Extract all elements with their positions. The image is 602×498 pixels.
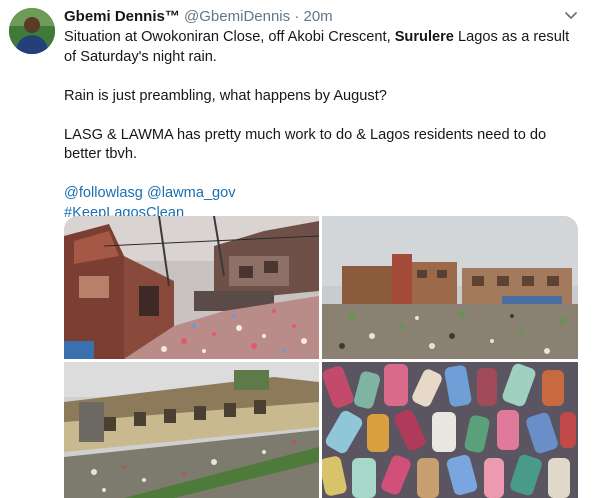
display-name[interactable]: Gbemi Dennis™ (64, 8, 180, 25)
tweet-paragraph-1: Situation at Owokoniran Close, off Akobi… (64, 28, 584, 67)
tweet-paragraph-3: LASG & LAWMA has pretty much work to do … (64, 126, 547, 163)
chevron-down-icon[interactable] (563, 10, 579, 22)
separator-dot: · (294, 8, 300, 25)
photo-4[interactable] (322, 362, 578, 498)
mentions-link[interactable]: @followlasg @lawma_gov (64, 184, 584, 204)
media-grid (64, 216, 578, 498)
user-handle[interactable]: @GbemiDennis (184, 8, 290, 25)
paragraph-1-text: Situation at Owokoniran Close, off Akobi… (64, 29, 395, 45)
tweet: Gbemi Dennis™ @GbemiDennis · 20m Situati… (0, 0, 602, 498)
photo-3[interactable] (64, 362, 319, 498)
photo-1[interactable] (64, 216, 319, 359)
tweet-text: Situation at Owokoniran Close, off Akobi… (64, 28, 584, 223)
tweet-paragraph-2: Rain is just preambling, what happens by… (64, 87, 387, 104)
location-bold: Surulere (394, 29, 454, 45)
tweet-header: Gbemi Dennis™ @GbemiDennis · 20m (64, 7, 333, 27)
photo-2[interactable] (322, 216, 578, 359)
avatar[interactable] (9, 8, 55, 54)
timestamp[interactable]: 20m (303, 8, 332, 25)
